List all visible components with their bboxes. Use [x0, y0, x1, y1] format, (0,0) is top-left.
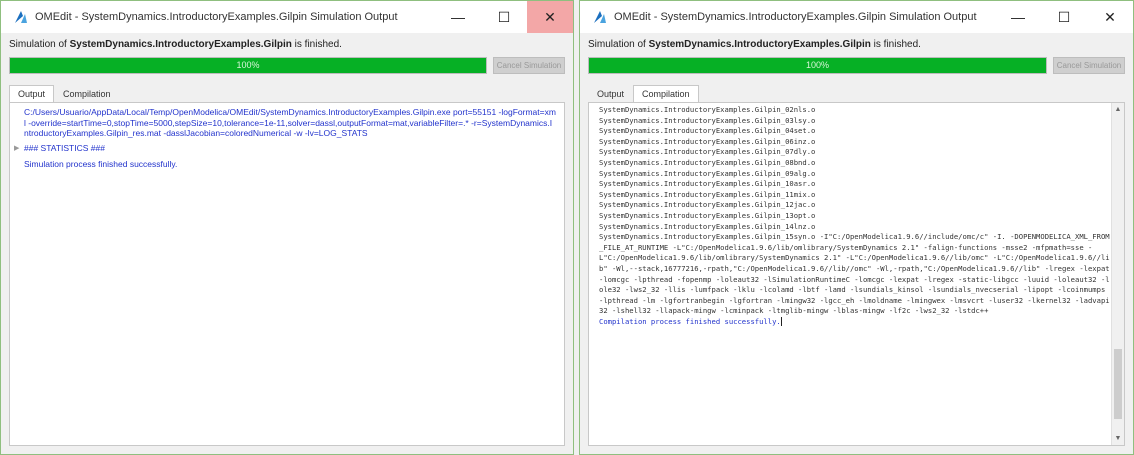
compilation-panel[interactable]: SystemDynamics.IntroductoryExamples.Gilp… — [588, 102, 1125, 446]
window-title: OMEdit - SystemDynamics.IntroductoryExam… — [614, 11, 977, 23]
output-tabs: Output Compilation — [580, 85, 1133, 103]
simulation-progress-bar: 100% — [9, 56, 487, 74]
compilation-log: SystemDynamics.IntroductoryExamples.Gilp… — [599, 105, 1110, 316]
cancel-simulation-button[interactable]: Cancel Simulation — [493, 56, 565, 74]
omedit-app-icon — [13, 9, 29, 25]
simulation-output-window-right: OMEdit - SystemDynamics.IntroductoryExam… — [579, 0, 1134, 455]
text-caret — [780, 317, 782, 327]
output-panel[interactable]: C:/Users/Usuario/AppData/Local/Temp/Open… — [9, 102, 565, 446]
simulation-result-message: Simulation process finished successfully… — [24, 158, 178, 169]
status-model-name: SystemDynamics.IntroductoryExamples.Gilp… — [69, 39, 292, 50]
minimize-button[interactable]: — — [435, 1, 481, 33]
maximize-button[interactable]: ☐ — [481, 1, 527, 33]
output-tabs: Output Compilation — [1, 85, 573, 103]
status-prefix: Simulation of — [588, 39, 649, 50]
progress-label: 100% — [236, 59, 260, 70]
title-bar[interactable]: OMEdit - SystemDynamics.IntroductoryExam… — [580, 1, 1133, 33]
maximize-button[interactable]: ☐ — [1041, 1, 1087, 33]
status-suffix: is finished. — [870, 39, 921, 50]
omedit-app-icon — [592, 9, 608, 25]
tab-compilation[interactable]: Compilation — [54, 85, 120, 103]
compilation-result-line: Compilation process finished successfull… — [589, 317, 1124, 328]
scroll-up-arrow-icon[interactable]: ▲ — [1112, 103, 1124, 116]
status-model-name: SystemDynamics.IntroductoryExamples.Gilp… — [648, 39, 871, 50]
simulation-status: Simulation of SystemDynamics.Introductor… — [580, 33, 1133, 53]
vertical-scrollbar[interactable]: ▲ ▼ — [1111, 103, 1124, 445]
window-title: OMEdit - SystemDynamics.IntroductoryExam… — [35, 11, 398, 23]
close-button[interactable]: ✕ — [1087, 1, 1133, 33]
simulation-status: Simulation of SystemDynamics.Introductor… — [1, 33, 573, 53]
minimize-button[interactable]: — — [995, 1, 1041, 33]
simulation-command: C:/Users/Usuario/AppData/Local/Temp/Open… — [24, 107, 556, 138]
status-prefix: Simulation of — [9, 39, 70, 50]
tab-compilation[interactable]: Compilation — [633, 85, 699, 103]
statistics-node[interactable]: ▶ ### STATISTICS ### — [10, 143, 564, 153]
close-button[interactable]: ✕ — [527, 1, 573, 33]
compilation-result-message: Compilation process finished successfull… — [599, 316, 781, 326]
progress-label: 100% — [805, 59, 830, 70]
statistics-label: ### STATISTICS ### — [24, 142, 105, 153]
scroll-down-arrow-icon[interactable]: ▼ — [1112, 432, 1124, 445]
cancel-simulation-button[interactable]: Cancel Simulation — [1053, 56, 1125, 74]
simulation-output-window-left: OMEdit - SystemDynamics.IntroductoryExam… — [0, 0, 574, 455]
scrollbar-thumb[interactable] — [1114, 349, 1122, 419]
chevron-right-icon[interactable]: ▶ — [14, 144, 24, 152]
tab-output[interactable]: Output — [9, 85, 55, 103]
status-suffix: is finished. — [291, 39, 342, 50]
simulation-progress-bar: 100% — [588, 56, 1047, 74]
title-bar[interactable]: OMEdit - SystemDynamics.IntroductoryExam… — [1, 1, 573, 33]
tab-output[interactable]: Output — [588, 85, 633, 103]
